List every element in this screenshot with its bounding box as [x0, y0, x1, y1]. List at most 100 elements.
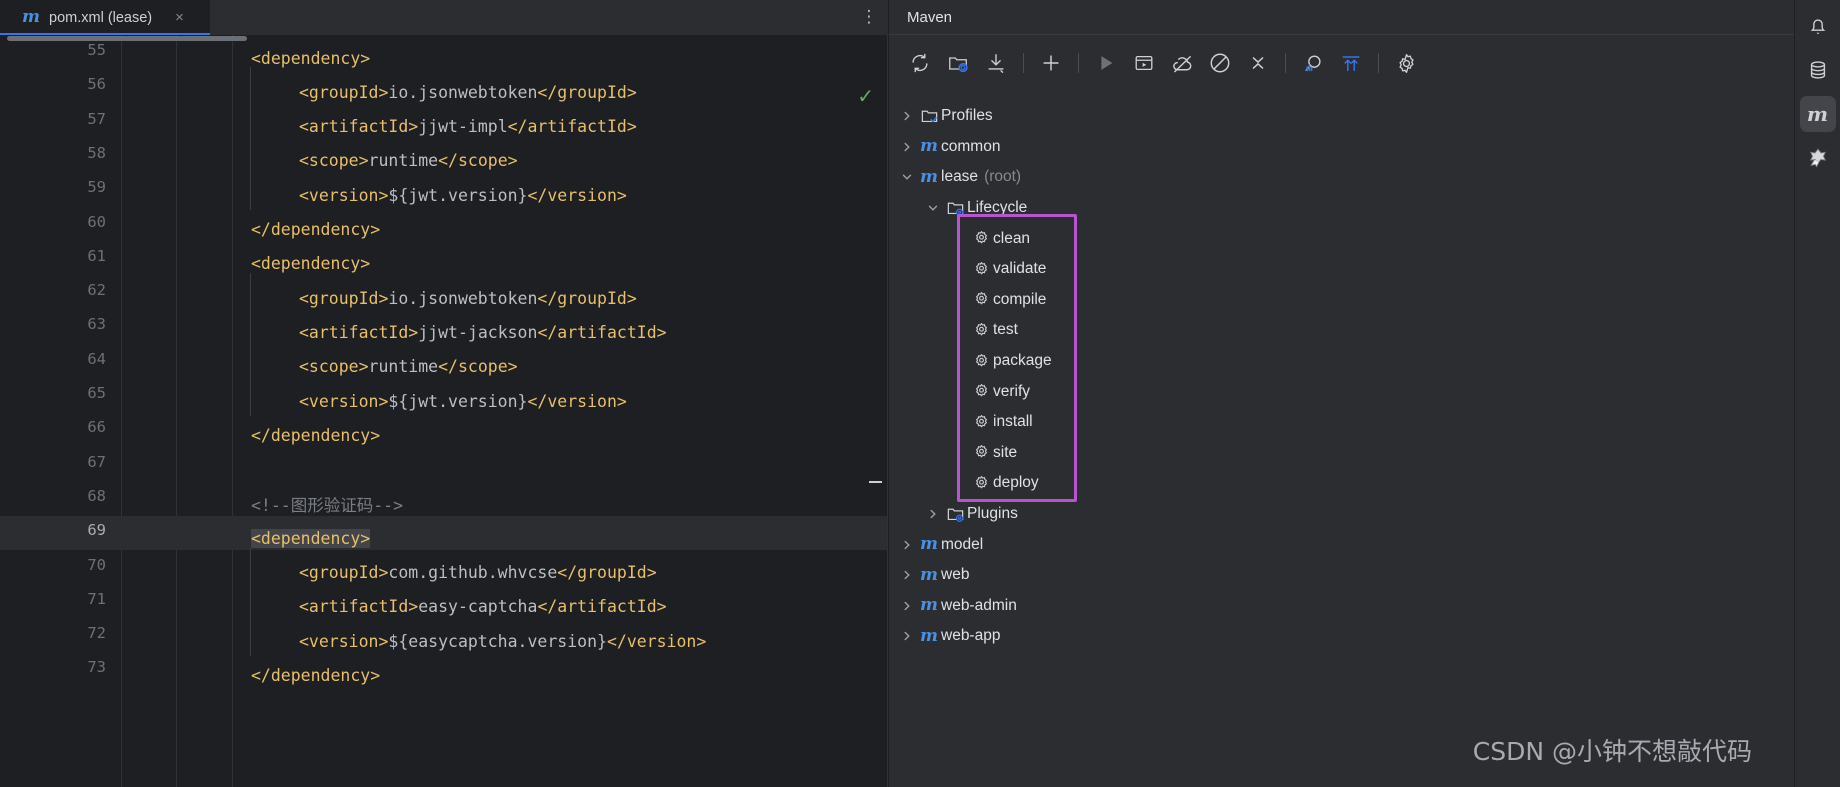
- notifications-bell-icon[interactable]: [1800, 8, 1836, 44]
- code-text: <artifactId>easy-captcha</artifactId>: [299, 597, 667, 616]
- tree-item-site[interactable]: site: [889, 438, 1794, 469]
- code-line[interactable]: <artifactId>jjwt-impl</artifactId>: [249, 110, 888, 144]
- code-line[interactable]: <groupId>io.jsonwebtoken</groupId>: [249, 281, 888, 315]
- collapse-all-icon[interactable]: [1239, 44, 1277, 82]
- code-token-tag: <dependency>: [251, 48, 371, 68]
- add-icon[interactable]: [1032, 44, 1070, 82]
- run-icon[interactable]: [1087, 44, 1125, 82]
- tree-item-lifecycle[interactable]: Lifecycle: [889, 193, 1794, 224]
- tree-item-common[interactable]: m common: [889, 132, 1794, 163]
- tree-item-plugins[interactable]: Plugins: [889, 499, 1794, 530]
- code-line[interactable]: </dependency>: [249, 213, 888, 247]
- tree-item-web-admin[interactable]: m web-admin: [889, 591, 1794, 622]
- code-token-tag: <groupId>: [299, 82, 389, 102]
- tree-item-install[interactable]: install: [889, 407, 1794, 438]
- tree-item-web[interactable]: m web: [889, 560, 1794, 591]
- code-area[interactable]: <dependency> <groupId>io.jsonwebtoken</gr…: [249, 35, 888, 787]
- code-line[interactable]: <version>${easycaptcha.version}</version…: [249, 624, 888, 658]
- editor-horizontal-scrollbar[interactable]: [0, 35, 888, 42]
- tree-item-profiles[interactable]: Profiles: [889, 101, 1794, 132]
- show-dependencies-icon[interactable]: [1294, 44, 1332, 82]
- inspection-ok-icon[interactable]: ✓: [857, 87, 874, 107]
- maven-header: Maven: [889, 0, 1794, 35]
- download-sources-icon[interactable]: [977, 44, 1015, 82]
- code-token-text: com.github.whvcse: [388, 563, 558, 582]
- tree-item-clean[interactable]: clean: [889, 223, 1794, 254]
- maven-project-tree[interactable]: Profiles m common m lease (root) Lifecycle clea…: [889, 91, 1794, 787]
- code-line[interactable]: <scope>runtime</scope>: [249, 144, 888, 178]
- tree-item-validate[interactable]: validate: [889, 254, 1794, 285]
- tree-item-sublabel: (root): [984, 168, 1022, 186]
- code-line[interactable]: <dependency>: [249, 521, 888, 555]
- code-text: <version>${easycaptcha.version}</version…: [299, 632, 706, 651]
- close-icon[interactable]: ×: [175, 10, 184, 25]
- code-line[interactable]: <version>${jwt.version}</version>: [249, 384, 888, 418]
- code-line[interactable]: <version>${jwt.version}</version>: [249, 178, 888, 212]
- chevron-right-icon[interactable]: [897, 565, 917, 585]
- maven-m-icon[interactable]: m: [1799, 96, 1836, 132]
- code-line[interactable]: </dependency>: [249, 658, 888, 692]
- fold-collapse-icon[interactable]: [869, 481, 882, 483]
- tree-item-label: deploy: [993, 474, 1039, 492]
- twisty-placeholder: [949, 473, 969, 493]
- code-line[interactable]: <groupId>com.github.whvcse</groupId>: [249, 556, 888, 590]
- code-token-tag: </artifactId>: [507, 117, 637, 137]
- code-token-text: ${jwt.version}: [388, 391, 528, 411]
- editor-gutter[interactable]: 55 56 57 58 59 60 61 62 63 64 65 66 67 68 69 70 71 72 73: [0, 35, 249, 787]
- tree-item-label: lease: [941, 168, 979, 186]
- twisty-placeholder: [949, 290, 969, 310]
- toggle-offline-mode-icon[interactable]: [1163, 44, 1201, 82]
- chevron-right-icon[interactable]: [897, 596, 917, 616]
- settings-gear-icon[interactable]: [1387, 44, 1425, 82]
- line-number: 64: [87, 349, 106, 368]
- code-line[interactable]: [249, 453, 888, 487]
- code-line[interactable]: <artifactId>jjwt-jackson</artifactId>: [249, 315, 888, 349]
- line-number: 59: [87, 178, 106, 197]
- goal-gear-icon: [969, 444, 993, 461]
- editor-options-menu-icon[interactable]: ⋮: [850, 0, 888, 35]
- code-line[interactable]: <scope>runtime</scope>: [249, 350, 888, 384]
- chevron-right-icon[interactable]: [897, 535, 917, 555]
- database-icon[interactable]: [1800, 52, 1836, 88]
- indent-guide: [250, 273, 251, 417]
- expand-ignored-icon[interactable]: [1332, 44, 1370, 82]
- code-line[interactable]: <groupId>io.jsonwebtoken</groupId>: [249, 75, 888, 109]
- chevron-down-icon[interactable]: [923, 198, 943, 218]
- code-token-text: io.jsonwebtoken: [388, 82, 538, 102]
- code-text: </dependency>: [251, 666, 380, 685]
- chevron-right-icon[interactable]: [897, 106, 917, 126]
- reload-all-maven-projects-icon[interactable]: [901, 44, 939, 82]
- tree-item-label: install: [993, 413, 1033, 431]
- tree-item-web-app[interactable]: m web-app: [889, 621, 1794, 652]
- code-line[interactable]: <artifactId>easy-captcha</artifactId>: [249, 590, 888, 624]
- tree-item-model[interactable]: m model: [889, 529, 1794, 560]
- chevron-right-icon[interactable]: [897, 626, 917, 646]
- tree-item-lease[interactable]: m lease (root): [889, 162, 1794, 193]
- code-token-text: io.jsonwebtoken: [388, 288, 538, 308]
- watermark-text: CSDN @小钟不想敲代码: [1472, 737, 1752, 766]
- code-line[interactable]: </dependency>: [249, 418, 888, 452]
- selected-code-text: <dependency>: [251, 528, 371, 548]
- line-number: 65: [87, 384, 106, 402]
- code-token-tag: <artifactId>: [299, 322, 419, 342]
- execute-maven-goal-icon[interactable]: [1125, 44, 1163, 82]
- tree-item-test[interactable]: test: [889, 315, 1794, 346]
- tree-item-deploy[interactable]: deploy: [889, 468, 1794, 499]
- tree-item-verify[interactable]: verify: [889, 376, 1794, 407]
- tomcat-icon[interactable]: [1800, 140, 1836, 176]
- toggle-skip-tests-icon[interactable]: [1201, 44, 1239, 82]
- ide-window: m pom.xml (lease) × ⋮ 55 56 57 58 59 60 61 62 63…: [0, 0, 1840, 787]
- editor-tab-pom-xml[interactable]: m pom.xml (lease) ×: [0, 0, 210, 35]
- tree-item-package[interactable]: package: [889, 346, 1794, 377]
- tree-item-compile[interactable]: compile: [889, 285, 1794, 316]
- maven-module-icon: m: [920, 136, 938, 157]
- code-line[interactable]: <dependency>: [249, 41, 888, 75]
- chevron-right-icon[interactable]: [897, 137, 917, 157]
- scrollbar-thumb[interactable]: [7, 36, 247, 41]
- chevron-down-icon[interactable]: [897, 167, 917, 187]
- gutter-divider-1: [121, 35, 122, 787]
- code-line[interactable]: <dependency>: [249, 247, 888, 281]
- add-maven-project-icon[interactable]: [939, 44, 977, 82]
- code-token-tag: <artifactId>: [299, 597, 419, 617]
- chevron-right-icon[interactable]: [923, 504, 943, 524]
